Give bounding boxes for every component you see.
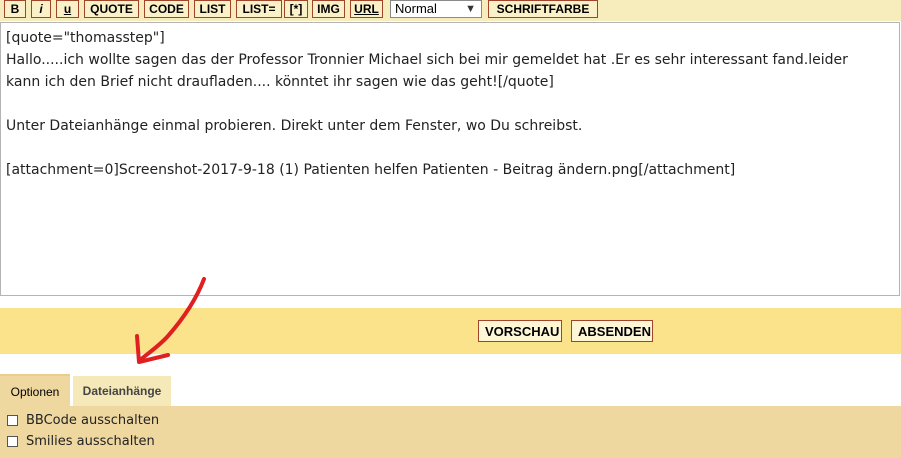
editor-line: [attachment=0]Screenshot-2017-9-18 (1) P… [6,162,736,178]
list-button[interactable]: LIST [194,0,231,18]
editor-line: [quote="thomasstep"] [6,30,165,46]
preview-button[interactable]: VORSCHAU [478,320,562,342]
list-item-button[interactable]: [*] [284,0,308,18]
img-button[interactable]: IMG [312,0,345,18]
font-size-select[interactable]: Normal ▼ [390,0,482,18]
list-ordered-button[interactable]: LIST= [236,0,282,18]
option-disable-smilies[interactable]: Smilies ausschalten [7,432,155,450]
send-button[interactable]: ABSENDEN [571,320,653,342]
font-color-button[interactable]: SCHRIFTFARBE [488,0,598,18]
editor-line: Unter Dateianhänge einmal probieren. Dir… [6,118,583,134]
editor-line [6,93,894,115]
bbcode-toolbar: B i u QUOTE CODE LIST LIST= [*] IMG URL … [0,0,901,21]
editor-line: kann ich den Brief nicht draufladen.... … [6,74,554,90]
italic-button[interactable]: i [31,0,51,18]
tab-attachments[interactable]: Dateianhänge [73,376,171,406]
options-panel: BBCode ausschalten Smilies ausschalten [0,406,901,458]
message-textarea[interactable]: [quote="thomasstep"] Hallo.....ich wollt… [0,22,900,296]
tab-options[interactable]: Optionen [0,374,70,406]
option-label: Smilies ausschalten [26,433,155,449]
url-button[interactable]: URL [350,0,383,18]
disable-smilies-checkbox[interactable] [7,435,18,447]
bold-button[interactable]: B [4,0,26,18]
underline-button[interactable]: u [56,0,79,18]
editor-line: Hallo.....ich wollte sagen das der Profe… [6,52,848,68]
option-label: BBCode ausschalten [26,412,160,428]
code-button[interactable]: CODE [144,0,189,18]
editor-line [6,137,894,159]
option-disable-bbcode[interactable]: BBCode ausschalten [7,411,159,429]
quote-button[interactable]: QUOTE [84,0,139,18]
submit-bar: VORSCHAU ABSENDEN [0,308,901,354]
chevron-down-icon: ▼ [465,3,476,15]
disable-bbcode-checkbox[interactable] [7,414,18,426]
font-size-value: Normal [395,1,437,16]
